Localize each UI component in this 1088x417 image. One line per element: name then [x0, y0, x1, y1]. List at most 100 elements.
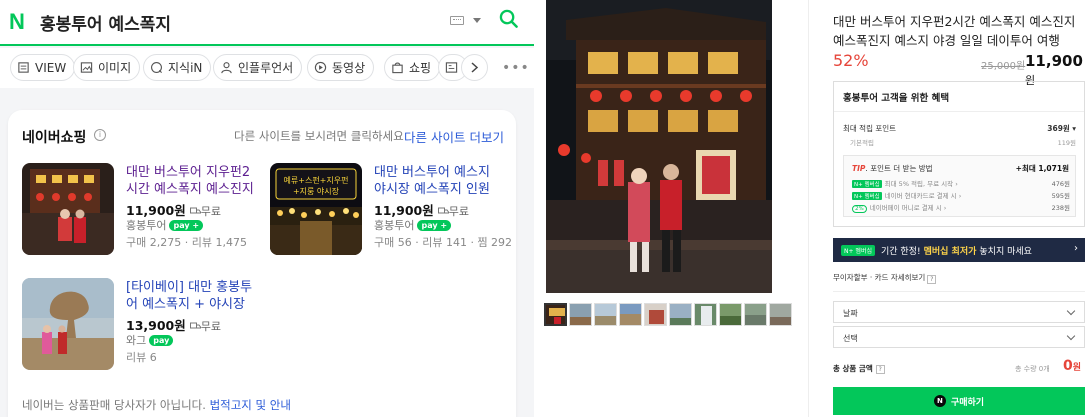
thumb-image [670, 304, 691, 325]
search-icon[interactable] [499, 9, 518, 28]
info-icon[interactable]: i [94, 129, 106, 141]
thumb-image [595, 304, 616, 325]
seller-name[interactable]: 홍봉투어 pay + [374, 217, 452, 233]
banner-post: 놓치지 마세요 [979, 246, 1032, 257]
main-product-image[interactable] [546, 0, 772, 293]
tab-view[interactable]: VIEW [10, 54, 76, 81]
naver-shopping-card: 네이버쇼핑 i 다른 사이트를 보시려면 클릭하세요 다른 사이트 더보기 대만… [8, 110, 516, 417]
pay-label: pay [153, 336, 170, 345]
keyboard-icon[interactable] [450, 16, 464, 25]
tab-label: 이미지 [98, 61, 132, 75]
membership-chip: N+ 멤버십 [852, 180, 882, 188]
max-points-label: 최대 적립 포인트 [843, 124, 897, 133]
help-icon[interactable]: ? [927, 275, 937, 284]
tip-row[interactable]: N+ 멤버십 최대 5% 적립, 무료 시작 › 476원 [852, 178, 1070, 188]
thumb-image [620, 304, 641, 325]
more-options-icon[interactable]: ••• [502, 60, 530, 76]
membership-chip: N+ 멤버십 [841, 244, 875, 256]
thumb-image [645, 304, 666, 325]
shopping-hint: 다른 사이트를 보시려면 클릭하세요 [234, 129, 404, 143]
product-item[interactable]: 대만 버스투어 지우펀2시간 예스폭지 예스진지 11,900원 무료 홍봉투어 p… [22, 163, 262, 263]
chevron-down-icon [1066, 331, 1076, 341]
gallery-thumbnail[interactable] [669, 303, 692, 326]
gallery-thumbnail[interactable] [619, 303, 642, 326]
teahouse-night-photo [546, 0, 772, 293]
gallery-thumbnail[interactable] [769, 303, 792, 326]
benefit-box: 홍봉투어 고객을 위한 혜택 최대 적립 포인트 369원 ▾ 기본적립 119… [833, 81, 1085, 227]
gallery-thumbnail[interactable] [594, 303, 617, 326]
date-select[interactable]: 날짜 [833, 301, 1085, 323]
original-price: 25,000원 [981, 61, 1026, 72]
tab-video[interactable]: 동영상 [307, 54, 375, 81]
seller-label[interactable]: 홍봉투어 [126, 219, 166, 232]
seller-label[interactable]: 와그 [126, 334, 146, 347]
shopping-more-link[interactable]: 다른 사이트 더보기 [404, 127, 504, 146]
search-input[interactable]: 홍봉투어 예스폭지 [40, 10, 171, 35]
product-name[interactable]: [타이베이] 대만 홍봉투어 예스폭지 + 야시장 [126, 279, 254, 313]
gallery-thumbnail[interactable] [544, 303, 567, 326]
shopping-title: 네이버쇼핑 [22, 130, 87, 146]
help-icon[interactable]: ? [875, 365, 885, 374]
tab-kin[interactable]: 지식iN [143, 54, 212, 81]
naver-logo[interactable]: N [9, 9, 25, 35]
basic-points-value: 119원 [1057, 139, 1076, 147]
max-points-amount: 369원 [1047, 124, 1070, 133]
search-bar: N 홍봉투어 예스폭지 [0, 0, 534, 46]
tab-influencer[interactable]: 인플루언서 [213, 54, 303, 81]
percent-chip: 2% [852, 205, 867, 213]
seller-label[interactable]: 홍봉투어 [374, 219, 414, 232]
news-icon [445, 62, 458, 73]
tip-row-text[interactable]: 네이버 현대카드로 결제 시 [885, 192, 957, 200]
tip-row-text[interactable]: 네이버페이 머니로 결제 시 [870, 204, 942, 212]
gallery-thumbnail[interactable] [644, 303, 667, 326]
tab-label: 동영상 [332, 61, 366, 75]
gallery-thumbnail[interactable] [569, 303, 592, 326]
tab-shopping[interactable]: 쇼핑 [384, 54, 441, 81]
benefit-title: 홍봉투어 고객을 위한 혜택 [843, 93, 950, 104]
tip-row[interactable]: N+ 멤버십 네이버 현대카드로 결제 시 › 595원 [852, 190, 1070, 200]
installment-text[interactable]: 무이자할부 · 카드 자세히보기 [833, 273, 925, 282]
tabs-next-button[interactable] [461, 54, 488, 81]
divider [833, 291, 1085, 292]
product-thumbnail[interactable]: 예류+스펀+지우펀 +지룽 야시장 [270, 163, 362, 255]
naver-pay-badge: pay + [169, 220, 204, 231]
gallery-thumbnail[interactable] [694, 303, 717, 326]
seller-name[interactable]: 홍봉투어 pay + [126, 217, 204, 233]
tip-row-text[interactable]: 최대 5% 적립, 무료 시작 [885, 180, 953, 188]
seller-name[interactable]: 와그 pay [126, 332, 174, 348]
price-value: 13,900원 [126, 318, 186, 333]
gallery-thumbnails [544, 303, 792, 326]
product-stats: 구매 2,275 · 리뷰 1,475 [126, 236, 247, 249]
max-points-value[interactable]: 369원 ▾ [1047, 123, 1076, 134]
product-name[interactable]: 대만 버스투어 지우펀2시간 예스폭지 예스진지 [126, 164, 254, 198]
product-stats: 리뷰 6 [126, 351, 157, 364]
membership-banner[interactable]: N+ 멤버십 기간 한정! 멤버십 최저가 놓치지 마세요 › [833, 238, 1085, 262]
basic-points-label: 기본적립 [850, 139, 874, 147]
product-title: 대만 버스투어 지우펀2시간 예스폭지 예스진지 예스폭진지 예스지 야경 일일… [833, 14, 1076, 48]
legal-link[interactable]: 법적고지 및 안내 [210, 398, 291, 412]
discount-rate: 52% [833, 51, 869, 70]
option-select[interactable]: 선택 [833, 326, 1085, 348]
sale-price-value: 11,900 [1025, 52, 1083, 70]
gallery-thumbnail[interactable] [719, 303, 742, 326]
thumb-image [720, 304, 741, 325]
tip-row-value: 595원 [1051, 192, 1070, 200]
pay-label: pay [173, 221, 190, 230]
installment-info[interactable]: 무이자할부 · 카드 자세히보기? [833, 272, 937, 284]
image-icon [80, 62, 93, 73]
truck-icon [437, 207, 449, 214]
shipping-label: 무료 [448, 205, 469, 218]
product-thumbnail[interactable] [22, 163, 114, 255]
bag-icon [392, 62, 403, 74]
product-name[interactable]: 대만 버스투어 예스지 야시장 예스폭지 인원 [374, 164, 502, 198]
gallery-thumbnail[interactable] [744, 303, 767, 326]
qna-icon [151, 62, 163, 74]
tab-image[interactable]: 이미지 [73, 54, 141, 81]
product-thumbnail[interactable] [22, 278, 114, 370]
product-item[interactable]: 예류+스펀+지우펀 +지룽 야시장 대만 버스투어 예스지 야시장 예스폭지 인… [270, 163, 512, 263]
tab-label: 인플루언서 [238, 61, 294, 75]
product-item[interactable]: [타이베이] 대만 홍봉투어 예스폭지 + 야시장 13,900원 무료 와그 pa… [22, 278, 262, 378]
chevron-down-icon[interactable] [473, 18, 481, 23]
buy-button[interactable]: N 구매하기 [833, 387, 1085, 415]
tip-row[interactable]: 2% 네이버페이 머니로 결제 시 › 238원 [852, 202, 1070, 213]
